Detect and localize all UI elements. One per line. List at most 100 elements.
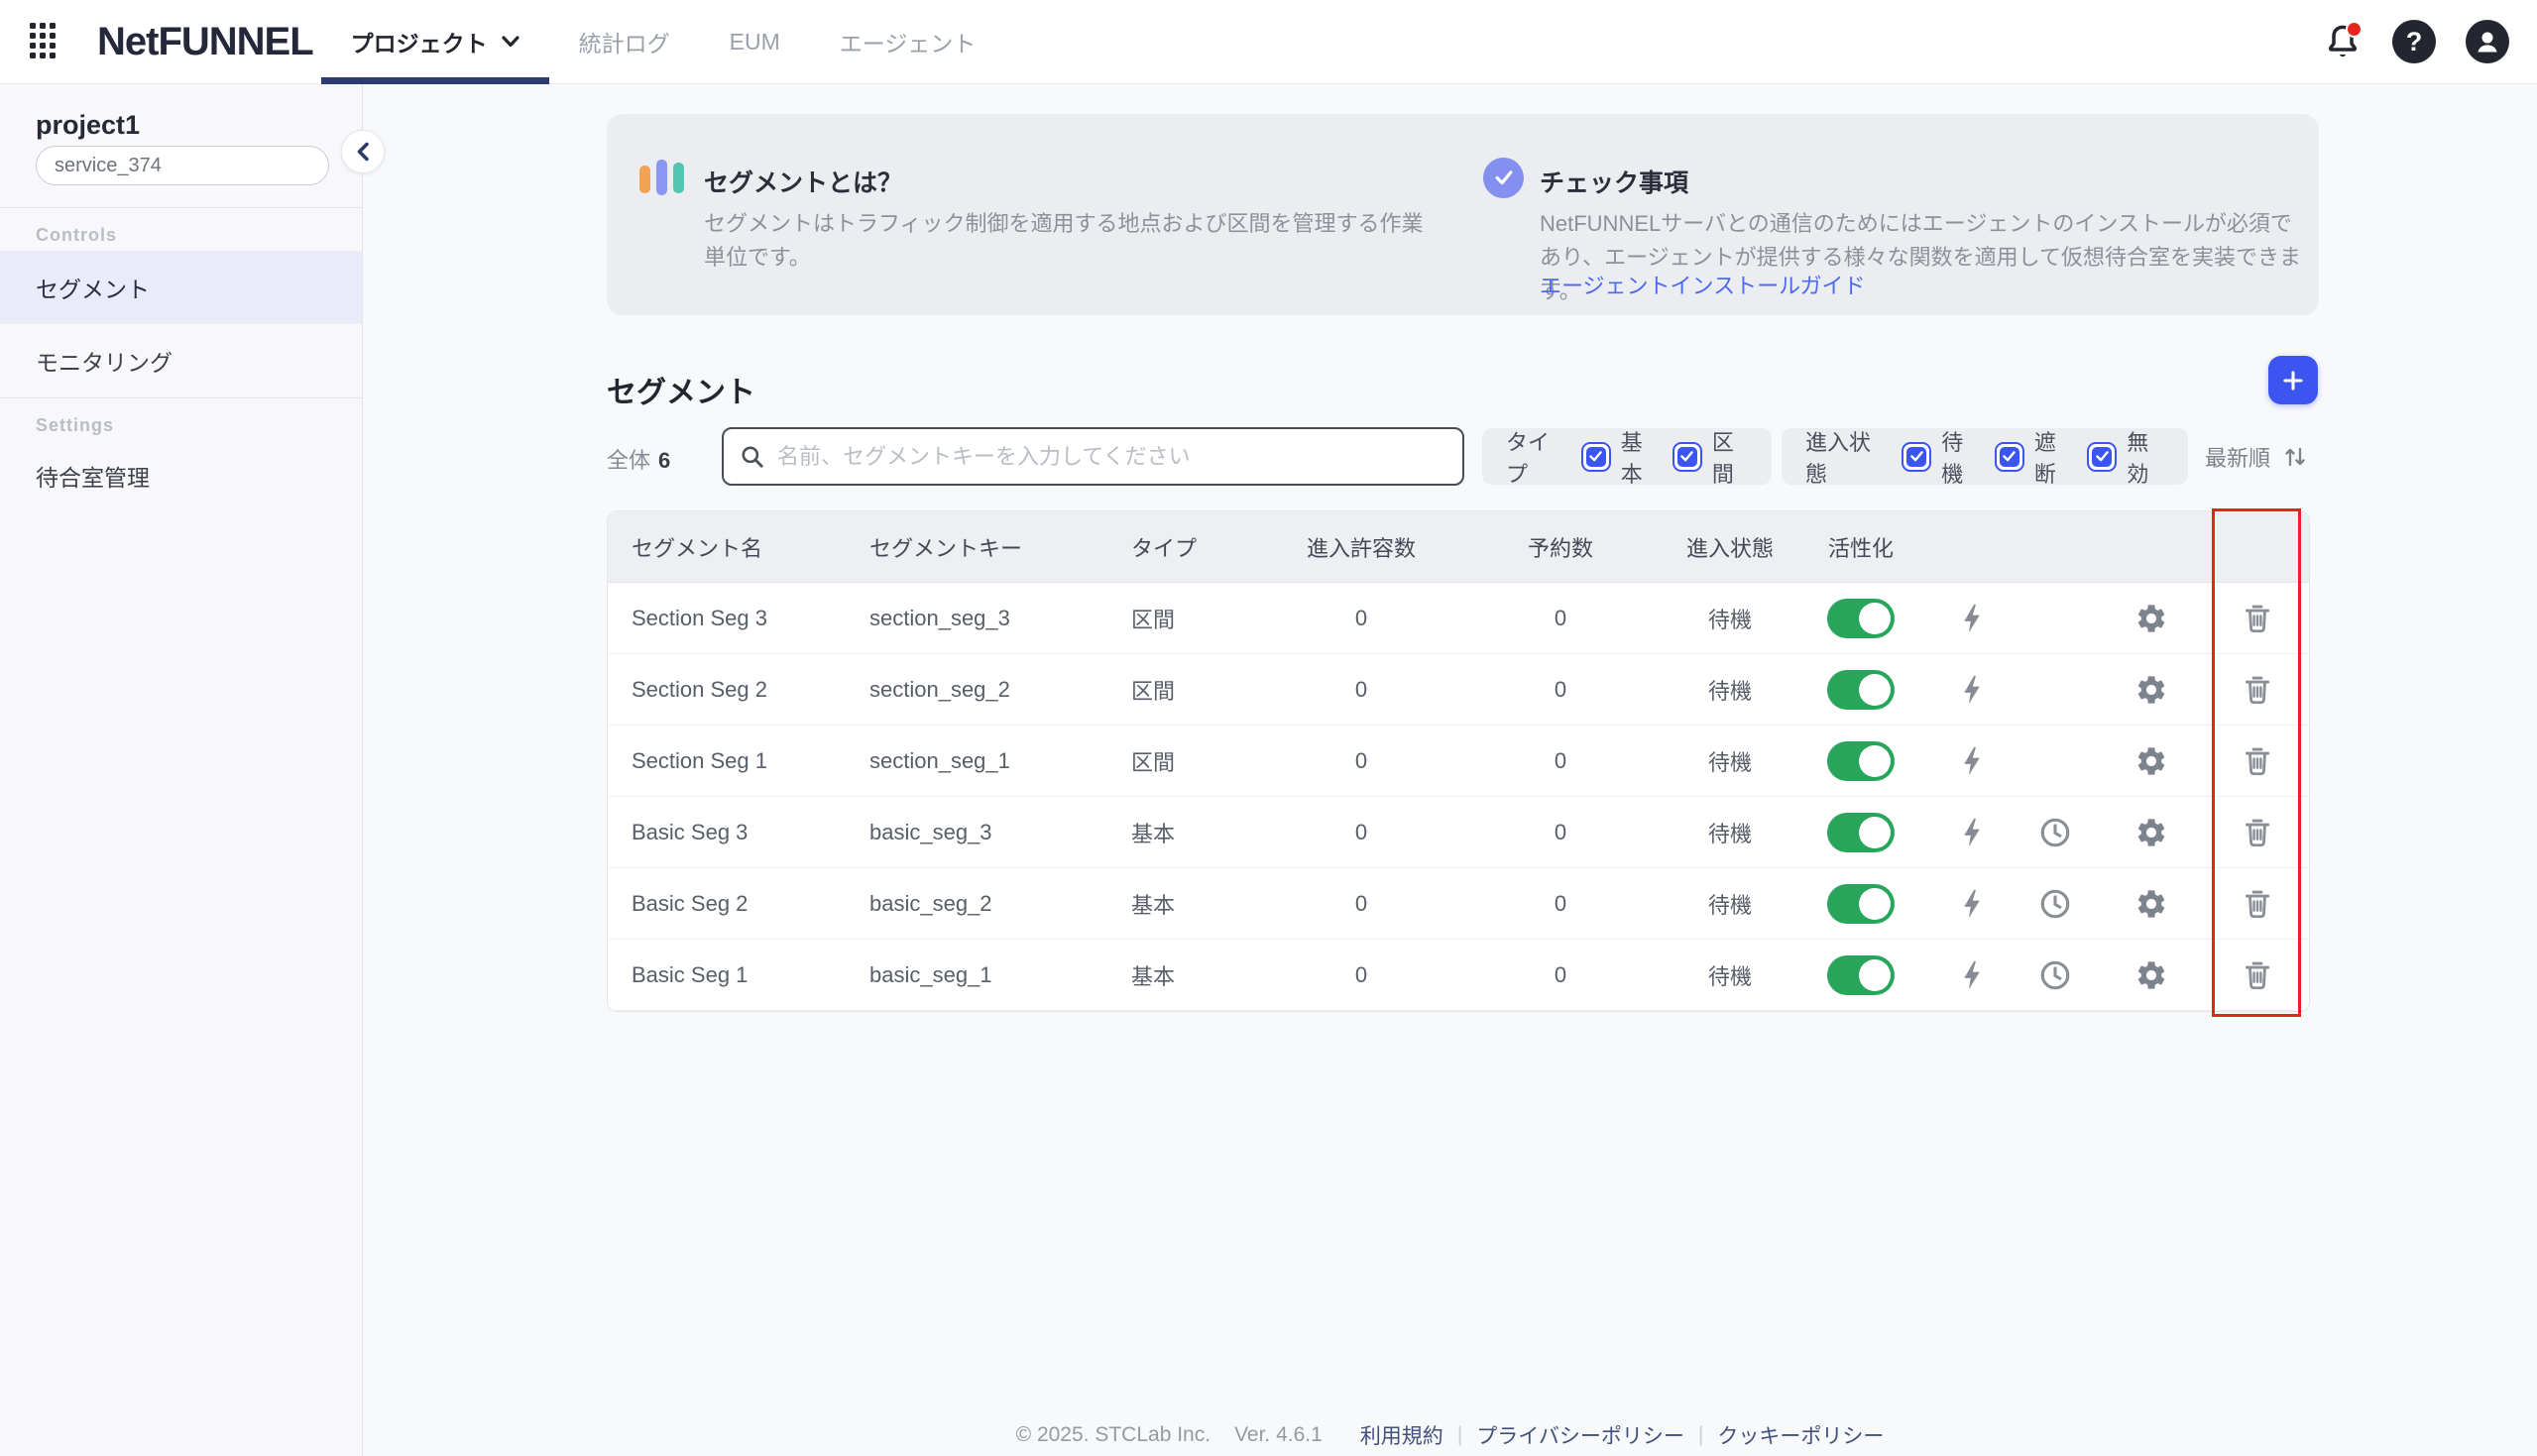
activation-toggle[interactable] (1827, 670, 1895, 710)
gear-icon[interactable] (2132, 741, 2171, 781)
segment-search (722, 427, 1464, 486)
bolt-icon[interactable] (1952, 884, 1992, 924)
bolt-icon[interactable] (1952, 599, 1992, 638)
tab-agent[interactable]: エージェント (810, 0, 1006, 84)
segment-type: 基本 (1131, 817, 1270, 848)
bolt-icon[interactable] (1952, 955, 1992, 995)
version-text: Ver. 4.6.1 (1234, 1423, 1323, 1447)
checkbox-status-disabled[interactable] (2087, 442, 2117, 472)
activation-toggle[interactable] (1827, 884, 1895, 924)
banner-left-title: セグメントとは？ (704, 164, 902, 199)
table-row: Section Seg 1 section_seg_1 区間 0 0 待機 (608, 726, 2309, 797)
help-icon[interactable]: ? (2392, 20, 2436, 63)
sidebar-item-waiting-room[interactable]: 待合室管理 (0, 439, 362, 512)
segment-name: Basic Seg 2 (632, 891, 869, 917)
segment-name: Section Seg 1 (632, 748, 869, 774)
divider (0, 397, 362, 398)
type-filter-label: タイプ (1506, 425, 1565, 489)
sidebar-collapse-button[interactable] (341, 130, 385, 173)
trash-icon[interactable] (2238, 599, 2277, 638)
entry-status: 待機 (1669, 817, 1791, 848)
segment-name: Basic Seg 1 (632, 962, 869, 988)
search-input[interactable] (777, 444, 1446, 470)
type-filter-group: タイプ 基本 区間 (1482, 428, 1772, 485)
table-row: Basic Seg 2 basic_seg_2 基本 0 0 待機 (608, 868, 2309, 940)
page-title: セグメント (607, 368, 755, 411)
clock-icon[interactable] (2035, 955, 2075, 995)
chevron-left-icon (356, 142, 370, 162)
agent-install-guide-link[interactable]: エージェントインストールガイド (1540, 269, 1865, 300)
cookie-policy-link[interactable]: クッキーポリシー (1717, 1420, 1884, 1450)
gear-icon[interactable] (2132, 670, 2171, 710)
checkbox-status-disabled-label: 無効 (2127, 425, 2164, 489)
reserved-count: 0 (1452, 677, 1669, 703)
tab-statistics-log[interactable]: 統計ログ (549, 0, 700, 84)
bolt-icon[interactable] (1952, 813, 1992, 852)
checkbox-type-basic-label: 基本 (1621, 425, 1657, 489)
gear-icon[interactable] (2132, 955, 2171, 995)
col-segment-name: セグメント名 (632, 531, 869, 563)
sidebar-item-segment[interactable]: セグメント (0, 251, 362, 324)
entry-status: 待機 (1669, 745, 1791, 777)
reserved-count: 0 (1452, 606, 1669, 631)
netfunnel-logo: NetFUNNEL (97, 20, 313, 64)
bell-icon[interactable] (2323, 22, 2363, 61)
activation-toggle[interactable] (1827, 955, 1895, 995)
sidebar: project1 service_374 Controls セグメント モニタリ… (0, 84, 363, 1456)
chevron-down-icon (502, 36, 519, 48)
gear-icon[interactable] (2132, 813, 2171, 852)
table-row: Basic Seg 3 basic_seg_3 基本 0 0 待機 (608, 797, 2309, 868)
trash-icon[interactable] (2238, 813, 2277, 852)
segment-name: Section Seg 2 (632, 677, 869, 703)
sort-control[interactable]: 最新順 (2205, 441, 2308, 473)
profile-icon[interactable] (2466, 20, 2509, 63)
notification-dot (2346, 21, 2363, 38)
reserved-count: 0 (1452, 820, 1669, 845)
service-select[interactable]: service_374 (36, 146, 329, 185)
privacy-policy-link[interactable]: プライバシーポリシー (1476, 1420, 1684, 1450)
checkbox-status-waiting[interactable] (1902, 442, 1931, 472)
trash-icon[interactable] (2238, 955, 2277, 995)
checkbox-type-section[interactable] (1672, 442, 1702, 472)
tab-project[interactable]: プロジェクト (321, 0, 549, 84)
col-type: タイプ (1131, 531, 1270, 563)
top-navigation-bar: NetFUNNEL プロジェクト 統計ログ EUM エージェント ? (0, 0, 2537, 84)
entry-allowed-count: 0 (1270, 891, 1452, 917)
activation-toggle[interactable] (1827, 741, 1895, 781)
status-filter-label: 進入状態 (1805, 425, 1886, 489)
segment-name: Basic Seg 3 (632, 820, 869, 845)
trash-icon[interactable] (2238, 670, 2277, 710)
activation-toggle[interactable] (1827, 599, 1895, 638)
banner-right-title: チェック事項 (1540, 164, 1688, 199)
bolt-icon[interactable] (1952, 670, 1992, 710)
reserved-count: 0 (1452, 891, 1669, 917)
segment-type: 区間 (1131, 674, 1270, 706)
main-content: セグメントとは？ セグメントはトラフィック制御を適用する地点および区間を管理する… (363, 84, 2537, 1456)
checkbox-type-basic[interactable] (1581, 442, 1611, 472)
plus-icon (2280, 368, 2306, 393)
tab-eum[interactable]: EUM (700, 0, 810, 84)
project-name: project1 (36, 110, 140, 141)
gear-icon[interactable] (2132, 884, 2171, 924)
table-row: Section Seg 2 section_seg_2 区間 0 0 待機 (608, 654, 2309, 726)
segments-table: セグメント名 セグメントキー タイプ 進入許容数 予約数 進入状態 活性化 Se… (607, 510, 2310, 1012)
banner-left-description: セグメントはトラフィック制御を適用する地点および区間を管理する作業単位です。 (704, 207, 1438, 275)
sidebar-item-monitoring[interactable]: モニタリング (0, 324, 362, 397)
nav-left: NetFUNNEL プロジェクト 統計ログ EUM エージェント (0, 0, 1005, 83)
apps-grid-icon[interactable] (30, 23, 58, 60)
sort-label: 最新順 (2205, 441, 2270, 473)
clock-icon[interactable] (2035, 884, 2075, 924)
checkbox-status-blocked[interactable] (1995, 442, 2024, 472)
trash-icon[interactable] (2238, 884, 2277, 924)
checkbox-status-blocked-label: 遮断 (2034, 425, 2072, 489)
gear-icon[interactable] (2132, 599, 2171, 638)
clock-icon[interactable] (2035, 813, 2075, 852)
activation-toggle[interactable] (1827, 813, 1895, 852)
active-tab-underline (321, 77, 549, 84)
segment-type: 区間 (1131, 745, 1270, 777)
terms-link[interactable]: 利用規約 (1360, 1420, 1443, 1450)
add-segment-button[interactable] (2268, 356, 2318, 404)
entry-allowed-count: 0 (1270, 677, 1452, 703)
trash-icon[interactable] (2238, 741, 2277, 781)
bolt-icon[interactable] (1952, 741, 1992, 781)
